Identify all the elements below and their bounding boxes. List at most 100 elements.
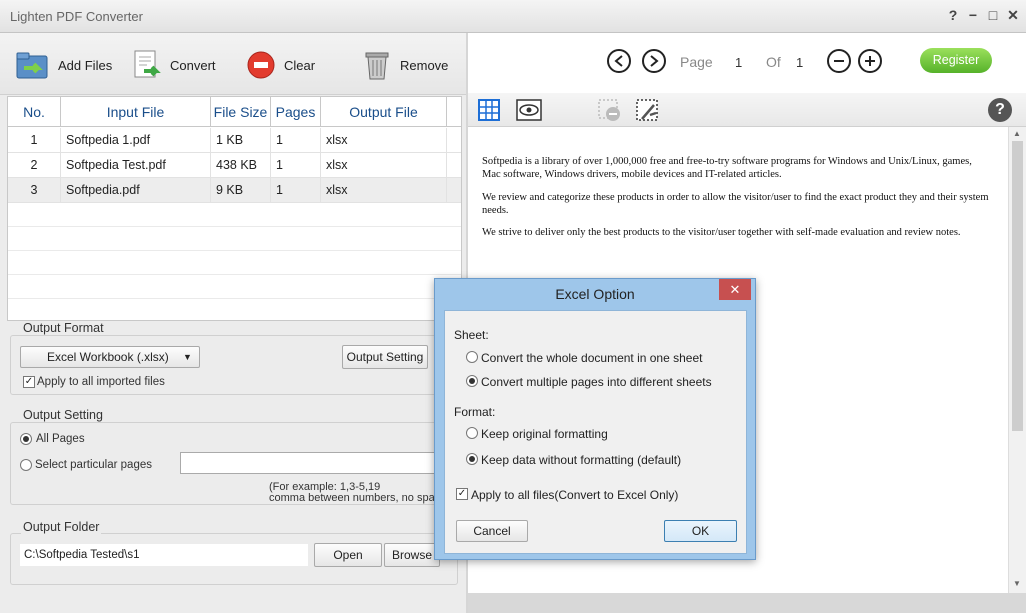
page-range-input[interactable] [180, 452, 440, 474]
table-row[interactable]: 2 Softpedia Test.pdf 438 KB 1 xlsx [8, 153, 461, 178]
cell-file-size: 438 KB [211, 153, 271, 178]
cell-no: 2 [8, 153, 61, 178]
zoom-out-button[interactable] [827, 49, 851, 73]
empty-row [8, 203, 461, 227]
format-original-radio[interactable] [466, 427, 478, 439]
app-title: Lighten PDF Converter [10, 9, 143, 24]
col-header-file-size[interactable]: File Size [211, 97, 271, 127]
apply-all-files-checkbox[interactable]: ✓ [456, 488, 468, 500]
output-folder-legend: Output Folder [21, 520, 102, 534]
eye-view-icon[interactable] [516, 99, 542, 121]
cell-file-size: 1 KB [211, 128, 271, 153]
table-row-selected[interactable]: 3 Softpedia.pdf 9 KB 1 xlsx [8, 178, 461, 203]
output-format-legend: Output Format [21, 321, 106, 335]
clear-selection-icon[interactable] [636, 99, 660, 123]
dialog-ok-button[interactable]: OK [664, 520, 737, 542]
preview-paragraph: Softpedia is a library of over 1,000,000… [482, 156, 972, 180]
col-header-input-file[interactable]: Input File [61, 97, 211, 127]
empty-row [8, 251, 461, 275]
scrollbar-thumb[interactable] [1012, 141, 1023, 431]
preview-status-strip [468, 593, 1026, 613]
scroll-down-icon[interactable]: ▼ [1013, 579, 1021, 588]
sheet-one-radio[interactable] [466, 351, 478, 363]
apply-all-files-label: Apply to all files(Convert to Excel Only… [471, 488, 679, 502]
zoom-in-button[interactable] [858, 49, 882, 73]
apply-all-imported-label: Apply to all imported files [37, 376, 165, 388]
cell-input-file: Softpedia 1.pdf [61, 128, 211, 153]
output-folder-input[interactable]: C:\Softpedia Tested\s1 [20, 544, 308, 566]
col-header-output-file[interactable]: Output File [321, 97, 447, 127]
main-toolbar: Add Files Convert Clear Remove [0, 33, 466, 95]
sheet-multiple-label: Convert multiple pages into different sh… [481, 375, 712, 389]
page-label: Page [680, 54, 713, 70]
format-plain-radio[interactable] [466, 453, 478, 465]
cell-pages: 1 [271, 153, 321, 178]
page-range-example-2: comma between numbers, no spac [269, 492, 435, 504]
sheet-one-label: Convert the whole document in one sheet [481, 351, 703, 365]
remove-button[interactable]: Remove [362, 45, 448, 85]
cell-pages: 1 [271, 128, 321, 153]
format-label: Format: [454, 405, 496, 419]
all-pages-radio[interactable] [20, 433, 32, 445]
dialog-cancel-button[interactable]: Cancel [456, 520, 528, 542]
minimize-button[interactable]: − [964, 6, 982, 24]
clear-label: Clear [284, 57, 316, 73]
col-header-pages[interactable]: Pages [271, 97, 321, 127]
next-page-button[interactable] [642, 49, 666, 73]
particular-pages-radio[interactable] [20, 459, 32, 471]
register-button[interactable]: Register [920, 48, 992, 73]
maximize-button[interactable]: □ [984, 6, 1002, 24]
prev-page-button[interactable] [607, 49, 631, 73]
file-table[interactable]: No. Input File File Size Pages Output Fi… [7, 96, 462, 321]
empty-row [8, 275, 461, 299]
grid-view-icon[interactable] [478, 99, 500, 121]
vertical-scrollbar[interactable]: ▲ ▼ [1008, 127, 1026, 593]
convert-button[interactable]: Convert [132, 45, 216, 85]
remove-label: Remove [400, 57, 449, 73]
chevron-right-icon [650, 55, 659, 67]
output-format-value: Excel Workbook (.xlsx) [47, 350, 169, 364]
dialog-body: Sheet: Convert the whole document in one… [444, 310, 747, 554]
clear-icon [247, 51, 275, 79]
help-icon[interactable]: ? [988, 98, 1012, 122]
format-plain-label: Keep data without formatting (default) [481, 453, 682, 467]
convert-icon [134, 50, 161, 78]
all-pages-label: All Pages [36, 433, 85, 445]
help-window-button[interactable]: ? [944, 6, 962, 24]
table-header: No. Input File File Size Pages Output Fi… [8, 97, 461, 127]
apply-all-imported-checkbox[interactable]: ✓ [23, 376, 35, 388]
col-header-no[interactable]: No. [8, 97, 61, 127]
empty-row [8, 299, 461, 323]
add-files-label: Add Files [58, 57, 113, 73]
minus-icon [834, 60, 844, 62]
browse-button[interactable]: Browse [384, 543, 440, 567]
sheet-label: Sheet: [454, 328, 489, 342]
add-files-button[interactable]: Add Files [16, 45, 112, 85]
preview-paragraph: We review and categorize these products … [482, 192, 989, 216]
chevron-down-icon: ▼ [183, 352, 192, 362]
empty-row [8, 227, 461, 251]
left-panel: Add Files Convert Clear Remove No. Input… [0, 33, 466, 613]
clear-button[interactable]: Clear [246, 45, 315, 85]
output-setting-button[interactable]: Output Setting [342, 345, 428, 369]
cell-output-file: xlsx [321, 128, 447, 153]
remove-selection-icon[interactable] [598, 99, 622, 123]
current-page-value[interactable]: 1 [735, 55, 742, 70]
page-nav-bar: Page 1 Of 1 Register [468, 33, 1026, 93]
dialog-close-button[interactable]: ✕ [719, 279, 751, 300]
dialog-title: Excel Option [555, 286, 635, 302]
cell-file-size: 9 KB [211, 178, 271, 203]
table-row[interactable]: 1 Softpedia 1.pdf 1 KB 1 xlsx [8, 128, 461, 153]
title-bar: Lighten PDF Converter ? − □ ✕ [0, 0, 1026, 33]
cell-input-file: Softpedia Test.pdf [61, 153, 211, 178]
scroll-up-icon[interactable]: ▲ [1013, 129, 1021, 138]
cell-no: 3 [8, 178, 61, 203]
close-button[interactable]: ✕ [1004, 6, 1022, 24]
folder-add-icon [16, 52, 48, 79]
cell-no: 1 [8, 128, 61, 153]
trash-icon [365, 52, 389, 80]
open-folder-button[interactable]: Open [314, 543, 382, 567]
cell-output-file: xlsx [321, 178, 447, 203]
sheet-multiple-radio[interactable] [466, 375, 478, 387]
output-format-select[interactable]: Excel Workbook (.xlsx) ▼ [20, 346, 200, 368]
